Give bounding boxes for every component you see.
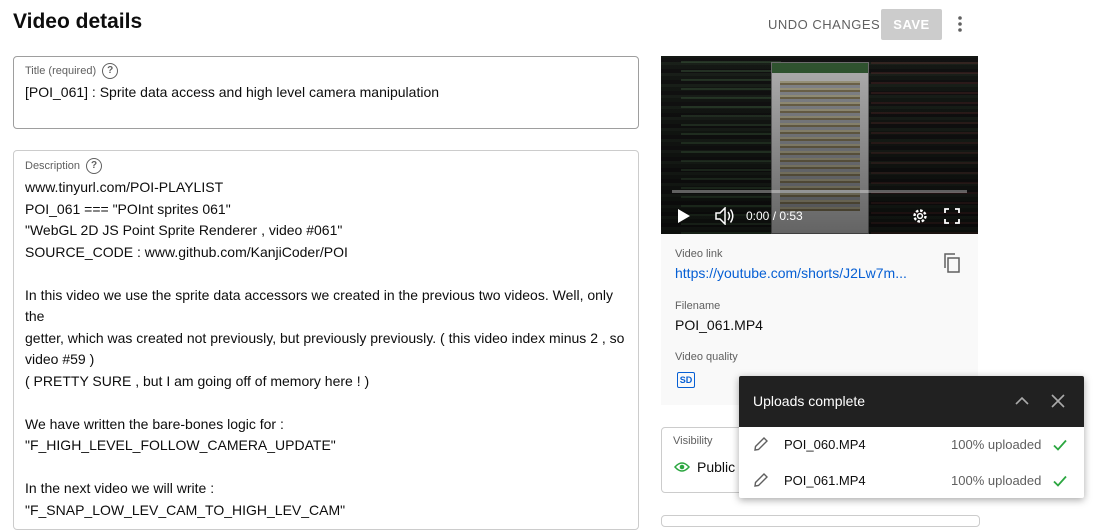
upload-status: 100% uploaded [951,437,1042,452]
pencil-icon [754,437,768,451]
more-vert-icon [958,16,962,32]
sd-quality-icon: SD [677,372,695,388]
check-icon [1051,472,1069,490]
description-line: In this video we use the sprite data acc… [25,286,617,325]
edit-upload-button[interactable] [752,435,770,453]
progress-bar[interactable] [672,190,967,193]
close-icon [1051,394,1065,408]
description-line: "F_HIGH_LEVEL_FOLLOW_CAMERA_UPDATE" [25,437,336,453]
volume-button[interactable] [715,206,735,226]
description-label: Description [25,160,81,172]
title-input[interactable]: [POI_061] : Sprite data access and high … [25,84,439,100]
undo-changes-button[interactable]: UNDO CHANGES [760,10,888,40]
video-link-label: Video link [675,248,723,260]
video-info-panel: 0:00 / 0:53 Video link https://youtube.c… [661,56,978,405]
collapse-button[interactable] [1012,391,1032,411]
video-quality-label: Video quality [675,351,738,363]
help-icon[interactable]: ? [86,158,103,174]
chevron-up-icon [1015,396,1029,405]
description-line [25,457,629,479]
visibility-label: Visibility [673,435,713,447]
title-field-label-row: Title (required) ? [25,63,119,79]
edit-upload-button[interactable] [752,471,770,489]
video-player[interactable]: 0:00 / 0:53 [661,56,978,234]
help-icon[interactable]: ? [102,63,119,79]
check-icon [1051,436,1069,454]
play-icon [678,209,690,223]
description-line [25,263,629,285]
description-line [25,392,629,414]
description-line: "WebGL 2D JS Point Sprite Renderer , vid… [25,222,343,238]
title-field[interactable]: Title (required) ? [POI_061] : Sprite da… [13,56,639,129]
save-button[interactable]: SAVE [881,9,942,40]
description-line: "F_SNAP_LOW_LEV_CAM_TO_HIGH_LEV_CAM" [25,501,346,518]
upload-item: POI_061.MP4 100% uploaded [739,463,1084,498]
gear-icon [913,209,927,223]
description-line: video #59 ) [25,351,95,367]
filename-label: Filename [675,300,721,312]
next-panel-edge [661,515,980,527]
description-line: ( PRETTY SURE , but I am going off of me… [25,372,370,389]
description-line: In the next video we will write : [25,480,215,496]
upload-status: 100% uploaded [951,473,1042,488]
volume-icon [715,207,734,225]
visibility-value: Public [697,459,736,475]
description-line: POI_061 === "POInt sprites 061" [25,200,231,217]
play-button[interactable] [677,206,691,226]
more-options-button[interactable] [948,12,972,36]
close-button[interactable] [1048,391,1068,411]
visibility-value-row: Public [674,459,735,475]
upload-item: POI_060.MP4 100% uploaded [739,427,1084,463]
description-line: SOURCE_CODE : www.github.com/KanjiCoder/… [25,243,348,260]
title-field-label: Title (required) [25,65,97,77]
fullscreen-icon [944,208,960,224]
copy-link-button[interactable] [943,253,963,273]
description-line: getter, which was created not previously… [25,329,625,346]
uploads-panel: Uploads complete POI_060.MP4 100% upload… [739,376,1084,498]
upload-filename: POI_061.MP4 [784,473,866,488]
pencil-icon [754,473,768,487]
uploads-title: Uploads complete [753,393,866,409]
description-line: www.tinyurl.com/POI-PLAYLIST [25,179,224,195]
description-label-row: Description ? [25,158,103,174]
time-display: 0:00 / 0:53 [746,209,803,223]
description-field[interactable]: Description ? www.tinyurl.com/POI-PLAYLI… [13,150,639,530]
video-link[interactable]: https://youtube.com/shorts/J2Lw7m... [675,265,923,281]
filename-value: POI_061.MP4 [675,317,763,333]
upload-filename: POI_060.MP4 [784,437,866,452]
page-title: Video details [13,10,143,33]
fullscreen-button[interactable] [944,206,960,226]
description-input[interactable]: www.tinyurl.com/POI-PLAYLIST POI_061 ===… [25,177,629,521]
uploads-header: Uploads complete [739,376,1084,427]
description-line: We have written the bare-bones logic for… [25,415,284,432]
eye-icon [674,462,690,472]
settings-button[interactable] [911,206,929,226]
copy-icon [944,253,960,273]
video-overlay [661,56,978,234]
